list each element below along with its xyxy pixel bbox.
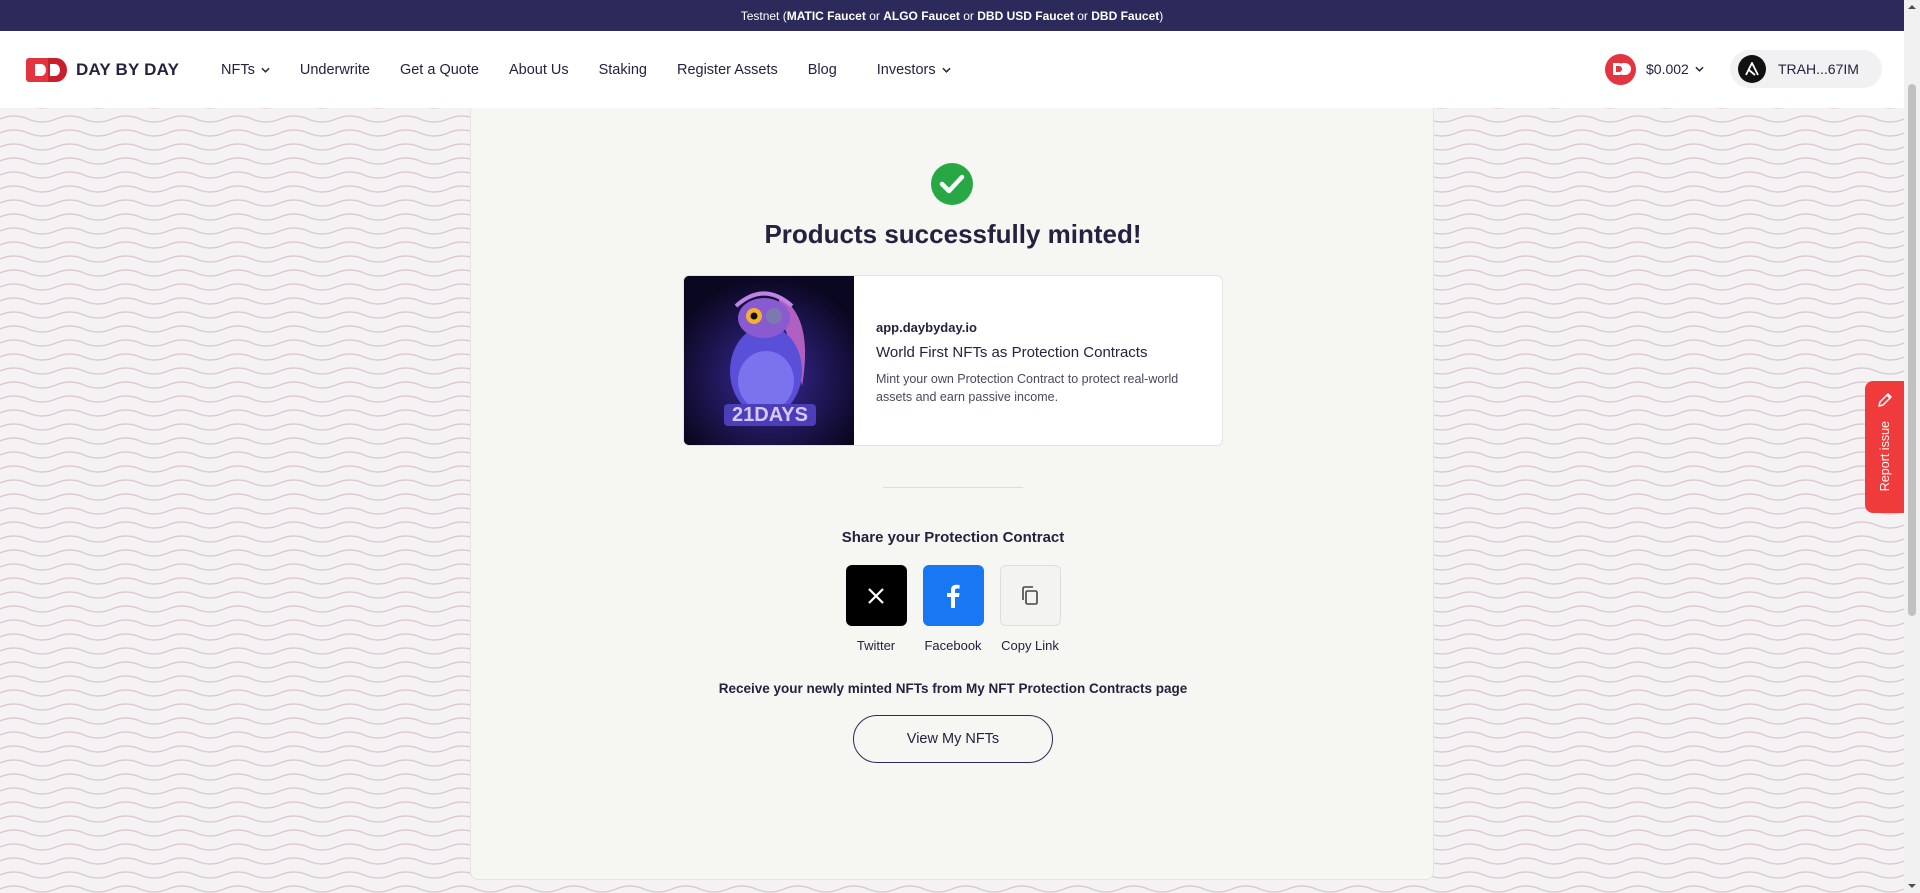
- nav-label: NFTs: [221, 61, 255, 78]
- nav-investors[interactable]: Investors: [877, 62, 951, 78]
- nav-about-us[interactable]: About Us: [509, 62, 569, 78]
- nav-staking[interactable]: Staking: [599, 62, 647, 78]
- nav-get-a-quote[interactable]: Get a Quote: [400, 62, 479, 78]
- scroll-down-icon: [1908, 884, 1916, 888]
- share-copy-link: Copy Link: [999, 565, 1061, 653]
- copy-link-button[interactable]: [999, 565, 1061, 626]
- preview-description: Mint your own Protection Contract to pro…: [876, 372, 1179, 404]
- nft-image-text: 21DAYS: [732, 404, 808, 426]
- x-logo-icon: [868, 587, 884, 604]
- site-header: DAY BY DAY NFTs Underwrite Get a Quote A…: [0, 31, 1904, 108]
- nav-blog[interactable]: Blog: [808, 62, 837, 78]
- pencil-icon: [1877, 393, 1892, 407]
- nav-label: About Us: [508, 61, 569, 78]
- dbd-token-icon: [1605, 53, 1636, 85]
- receive-instructions: Receive your newly minted NFTs from My N…: [718, 681, 1188, 696]
- report-issue-label: Report issue: [1877, 421, 1892, 492]
- report-issue-tab[interactable]: Report issue: [1865, 381, 1904, 513]
- matic-faucet-link[interactable]: MATIC Faucet: [787, 9, 866, 23]
- algo-faucet-link[interactable]: ALGO Faucet: [883, 9, 960, 23]
- banner-suffix: ): [1159, 8, 1164, 23]
- check-circle-icon: [931, 163, 973, 205]
- nav-label: Investors: [876, 61, 936, 78]
- banner-or: or: [865, 8, 884, 23]
- dbd-logo-icon: [26, 58, 67, 82]
- share-twitter: Twitter: [845, 565, 907, 653]
- token-price: $0.002: [1646, 61, 1689, 77]
- nav-label: Register Assets: [676, 61, 778, 78]
- wallet-address: TRAH...67IM: [1778, 61, 1859, 77]
- share-facebook: Facebook: [922, 565, 984, 653]
- divider: [883, 487, 1023, 488]
- chevron-down-icon: [942, 67, 951, 73]
- share-title: Share your Protection Contract: [841, 529, 1065, 546]
- preview-text: app.daybyday.io World First NFTs as Prot…: [854, 276, 1214, 445]
- scroll-thumb[interactable]: [1908, 84, 1916, 616]
- facebook-logo-icon: [947, 584, 960, 608]
- nav-label: Underwrite: [299, 61, 370, 78]
- copy-icon: [1022, 585, 1038, 605]
- dbd-faucet-link[interactable]: DBD Faucet: [1091, 9, 1159, 23]
- brand-name: DAY BY DAY: [76, 60, 180, 79]
- preview-domain: app.daybyday.io: [876, 320, 977, 335]
- link-preview-card[interactable]: 21DAYS app.daybyday.io World First NFTs …: [683, 275, 1223, 446]
- dbd-usd-faucet-link[interactable]: DBD USD Faucet: [977, 9, 1074, 23]
- algorand-icon: [1738, 55, 1766, 83]
- nav-nfts[interactable]: NFTs: [221, 62, 270, 78]
- page-scrollbar[interactable]: [1904, 0, 1920, 893]
- copy-link-label: Copy Link: [1001, 638, 1059, 653]
- twitter-label: Twitter: [856, 638, 896, 653]
- banner-prefix: Testnet (: [740, 8, 787, 23]
- wallet-button[interactable]: TRAH...67IM: [1730, 50, 1882, 88]
- chevron-down-icon: [1695, 66, 1704, 72]
- owl-nft-image: 21DAYS: [684, 276, 854, 445]
- nav-register-assets[interactable]: Register Assets: [677, 62, 778, 78]
- twitter-share-button[interactable]: [845, 565, 907, 626]
- page-title: Products successfully minted!: [764, 219, 1142, 249]
- nav-label: Staking: [598, 61, 647, 78]
- facebook-share-button[interactable]: [922, 565, 984, 626]
- preview-title: World First NFTs as Protection Contracts: [876, 344, 1148, 361]
- main-nav: NFTs Underwrite Get a Quote About Us Sta…: [221, 31, 981, 108]
- chevron-down-icon: [261, 67, 270, 73]
- share-buttons: Twitter Facebook Copy Link: [845, 565, 1076, 653]
- banner-or: or: [959, 8, 978, 23]
- mint-success-card: Products successfully minted! 21DAYS app…: [470, 90, 1434, 880]
- token-price-dropdown[interactable]: $0.002: [1605, 50, 1704, 88]
- nav-label: Get a Quote: [399, 61, 479, 78]
- facebook-label: Facebook: [924, 638, 982, 653]
- brand-logo[interactable]: DAY BY DAY: [26, 55, 179, 85]
- nav-underwrite[interactable]: Underwrite: [300, 62, 370, 78]
- nav-label: Blog: [807, 61, 837, 78]
- testnet-banner: Testnet ( MATIC Faucet or ALGO Faucet or…: [0, 0, 1904, 31]
- banner-or: or: [1073, 8, 1092, 23]
- scroll-up-icon: [1908, 5, 1916, 9]
- view-my-nfts-button[interactable]: View My NFTs: [853, 715, 1053, 763]
